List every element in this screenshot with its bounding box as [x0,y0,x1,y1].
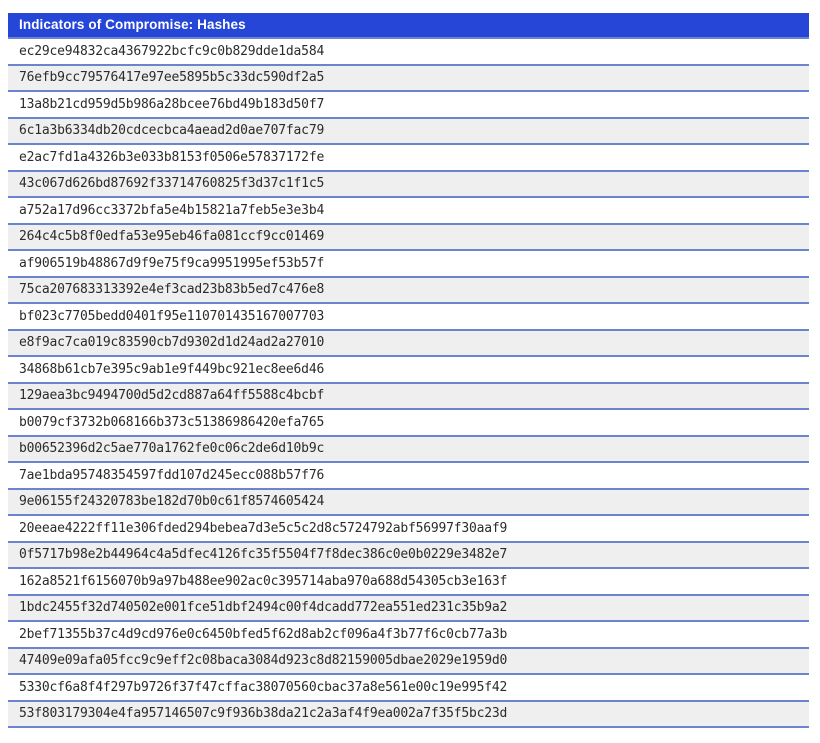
hash-value: 75ca207683313392e4ef3cad23b83b5ed7c476e8 [19,282,324,297]
hash-value: 20eeae4222ff11e306fded294bebea7d3e5c5c2d… [19,521,507,536]
table-row: 76efb9cc79576417e97ee5895b5c33dc590df2a5 [8,66,809,93]
page: { "table": { "title": "Indicators of Com… [0,0,820,743]
hash-value: 34868b61cb7e395c9ab1e9f449bc921ec8ee6d46 [19,362,324,377]
table-row: 34868b61cb7e395c9ab1e9f449bc921ec8ee6d46 [8,357,809,384]
table-row: 1bdc2455f32d740502e001fce51dbf2494c00f4d… [8,596,809,623]
hash-value: af906519b48867d9f9e75f9ca9951995ef53b57f [19,256,324,271]
table-row: e8f9ac7ca019c83590cb7d9302d1d24ad2a27010 [8,331,809,358]
table-row: 53f803179304e4fa957146507c9f936b38da21c2… [8,702,809,729]
table-row: 2bef71355b37c4d9cd976e0c6450bfed5f62d8ab… [8,622,809,649]
hash-value: 264c4c5b8f0edfa53e95eb46fa081ccf9cc01469 [19,229,324,244]
hash-value: ec29ce94832ca4367922bcfc9c0b829dde1da584 [19,44,324,59]
hash-value: 1bdc2455f32d740502e001fce51dbf2494c00f4d… [19,600,507,615]
hash-value: b0079cf3732b068166b373c51386986420efa765 [19,415,324,430]
hash-value: 6c1a3b6334db20cdcecbca4aead2d0ae707fac79 [19,123,324,138]
table-row: 162a8521f6156070b9a97b488ee902ac0c395714… [8,569,809,596]
table-row: 6c1a3b6334db20cdcecbca4aead2d0ae707fac79 [8,119,809,146]
table-row: a752a17d96cc3372bfa5e4b15821a7feb5e3e3b4 [8,198,809,225]
table-row: 0f5717b98e2b44964c4a5dfec4126fc35f5504f7… [8,543,809,570]
table-row: 47409e09afa05fcc9c9eff2c08baca3084d923c8… [8,649,809,676]
hash-value: 2bef71355b37c4d9cd976e0c6450bfed5f62d8ab… [19,627,507,642]
hash-value: e8f9ac7ca019c83590cb7d9302d1d24ad2a27010 [19,335,324,350]
table-row: ec29ce94832ca4367922bcfc9c0b829dde1da584 [8,39,809,66]
table-row: 13a8b21cd959d5b986a28bcee76bd49b183d50f7 [8,92,809,119]
hash-value: 47409e09afa05fcc9c9eff2c08baca3084d923c8… [19,653,507,668]
ioc-hashes-table: Indicators of Compromise: Hashes ec29ce9… [8,13,809,728]
hash-value: bf023c7705bedd0401f95e110701435167007703 [19,309,324,324]
table-row: 264c4c5b8f0edfa53e95eb46fa081ccf9cc01469 [8,225,809,252]
table-title: Indicators of Compromise: Hashes [19,17,246,32]
hash-value: 43c067d626bd87692f33714760825f3d37c1f1c5 [19,176,324,191]
hash-value: 7ae1bda95748354597fdd107d245ecc088b57f76 [19,468,324,483]
table-row: e2ac7fd1a4326b3e033b8153f0506e57837172fe [8,145,809,172]
hash-value: b00652396d2c5ae770a1762fe0c06c2de6d10b9c [19,441,324,456]
hash-value: 76efb9cc79576417e97ee5895b5c33dc590df2a5 [19,70,324,85]
hash-value: 9e06155f24320783be182d70b0c61f8574605424 [19,494,324,509]
table-row: b0079cf3732b068166b373c51386986420efa765 [8,410,809,437]
table-header: Indicators of Compromise: Hashes [8,13,809,39]
table-row: 129aea3bc9494700d5d2cd887a64ff5588c4bcbf [8,384,809,411]
hash-value: 129aea3bc9494700d5d2cd887a64ff5588c4bcbf [19,388,324,403]
table-row: 20eeae4222ff11e306fded294bebea7d3e5c5c2d… [8,516,809,543]
table-row: bf023c7705bedd0401f95e110701435167007703 [8,304,809,331]
hash-value: 53f803179304e4fa957146507c9f936b38da21c2… [19,706,507,721]
hash-value: e2ac7fd1a4326b3e033b8153f0506e57837172fe [19,150,324,165]
hash-value: 13a8b21cd959d5b986a28bcee76bd49b183d50f7 [19,97,324,112]
table-row: 5330cf6a8f4f297b9726f37f47cffac38070560c… [8,675,809,702]
table-row: 9e06155f24320783be182d70b0c61f8574605424 [8,490,809,517]
table-row: b00652396d2c5ae770a1762fe0c06c2de6d10b9c [8,437,809,464]
hash-value: a752a17d96cc3372bfa5e4b15821a7feb5e3e3b4 [19,203,324,218]
table-row: af906519b48867d9f9e75f9ca9951995ef53b57f [8,251,809,278]
table-row: 43c067d626bd87692f33714760825f3d37c1f1c5 [8,172,809,199]
hash-value: 5330cf6a8f4f297b9726f37f47cffac38070560c… [19,680,507,695]
table-row: 75ca207683313392e4ef3cad23b83b5ed7c476e8 [8,278,809,305]
table-row: 7ae1bda95748354597fdd107d245ecc088b57f76 [8,463,809,490]
hash-value: 162a8521f6156070b9a97b488ee902ac0c395714… [19,574,507,589]
hash-rows: ec29ce94832ca4367922bcfc9c0b829dde1da584… [8,39,809,728]
hash-value: 0f5717b98e2b44964c4a5dfec4126fc35f5504f7… [19,547,507,562]
